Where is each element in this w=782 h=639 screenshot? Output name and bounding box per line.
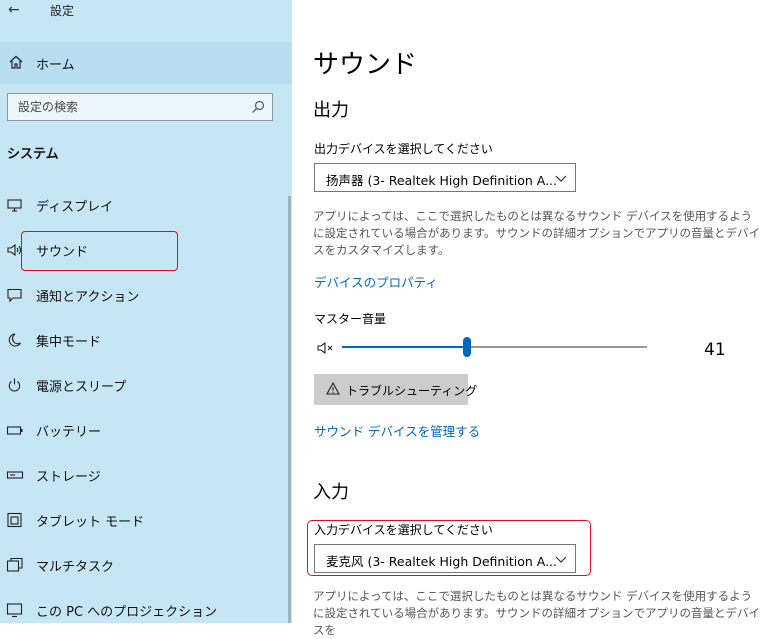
output-device-dropdown[interactable]: 扬声器 (3- Realtek High Definition A... (314, 163, 576, 192)
multitask-icon (6, 557, 23, 572)
app-title: 設定 (50, 4, 75, 18)
title-bar: ← 設定 (0, 0, 292, 28)
sidebar-item-projection[interactable]: この PC へのプロジェクション (0, 590, 288, 630)
projection-icon (6, 603, 23, 618)
page-title: サウンド (313, 50, 418, 80)
chevron-down-icon (555, 175, 567, 182)
output-heading: 出力 (313, 100, 349, 121)
sidebar-scrollbar[interactable] (288, 196, 291, 623)
volume-slider-thumb[interactable] (463, 337, 472, 357)
speaker-mute-icon[interactable] (317, 340, 339, 356)
manage-sound-devices-link[interactable]: サウンド デバイスを管理する (314, 421, 480, 440)
troubleshoot-label: トラブルシューティング (346, 384, 478, 398)
sidebar-item-focus[interactable]: 集中モード (0, 320, 288, 360)
tablet-icon (7, 512, 22, 528)
search-box[interactable] (7, 93, 273, 121)
input-description: アプリによっては、ここで選択したものとは異なるサウンド デバイスを使用するように… (313, 589, 761, 637)
sidebar-item-label: ストレージ (36, 470, 101, 485)
sidebar-item-label: マルチタスク (36, 560, 115, 575)
sidebar-item-notifications[interactable]: 通知とアクション (0, 275, 288, 315)
volume-value: 41 (704, 340, 726, 360)
sidebar-item-power[interactable]: 電源とスリープ (0, 365, 288, 405)
sidebar-item-label: ディスプレイ (36, 200, 114, 215)
master-volume-slider[interactable] (342, 337, 647, 357)
power-icon (8, 378, 21, 392)
highlight-box-sound (21, 231, 178, 271)
sidebar-item-label: この PC へのプロジェクション (36, 605, 218, 620)
sidebar-item-label: 通知とアクション (36, 290, 140, 305)
sidebar-item-display[interactable]: ディスプレイ (0, 185, 288, 225)
battery-icon (6, 426, 23, 435)
troubleshoot-button[interactable]: トラブルシューティング (314, 374, 477, 405)
sidebar: ← 設定 ホーム システム ディスプレイ サウンド (0, 0, 292, 623)
sidebar-item-label: 集中モード (36, 335, 102, 350)
nav-home[interactable]: ホーム (0, 42, 292, 84)
sidebar-item-tablet[interactable]: タブレット モード (0, 500, 288, 540)
search-input[interactable] (8, 94, 248, 120)
device-properties-link[interactable]: デバイスのプロパティ (314, 272, 438, 291)
search-icon[interactable] (250, 99, 266, 115)
sidebar-item-label: 電源とスリープ (36, 380, 127, 395)
home-icon (9, 55, 23, 69)
storage-icon (6, 471, 24, 479)
highlight-box-input-device (307, 520, 591, 576)
sidebar-item-storage[interactable]: ストレージ (0, 455, 288, 495)
warning-icon (326, 382, 340, 395)
back-arrow-icon[interactable]: ← (8, 0, 24, 20)
input-heading: 入力 (313, 482, 349, 503)
output-device-label: 出力デバイスを選択してください (314, 142, 493, 156)
sidebar-item-multitask[interactable]: マルチタスク (0, 545, 288, 585)
moon-icon (8, 333, 21, 347)
section-header-system: システム (7, 147, 59, 162)
sidebar-item-battery[interactable]: バッテリー (0, 410, 288, 450)
sidebar-item-label: バッテリー (36, 425, 102, 440)
output-device-value: 扬声器 (3- Realtek High Definition A... (326, 173, 557, 188)
output-description: アプリによっては、ここで選択したものとは異なるサウンド デバイスを使用するように… (313, 209, 761, 257)
sidebar-item-label: タブレット モード (36, 515, 145, 530)
monitor-icon (7, 199, 22, 212)
notification-icon (7, 288, 22, 303)
master-volume-label: マスター音量 (314, 312, 387, 326)
volume-slider-fill (342, 346, 468, 348)
nav-home-label: ホーム (36, 58, 75, 73)
